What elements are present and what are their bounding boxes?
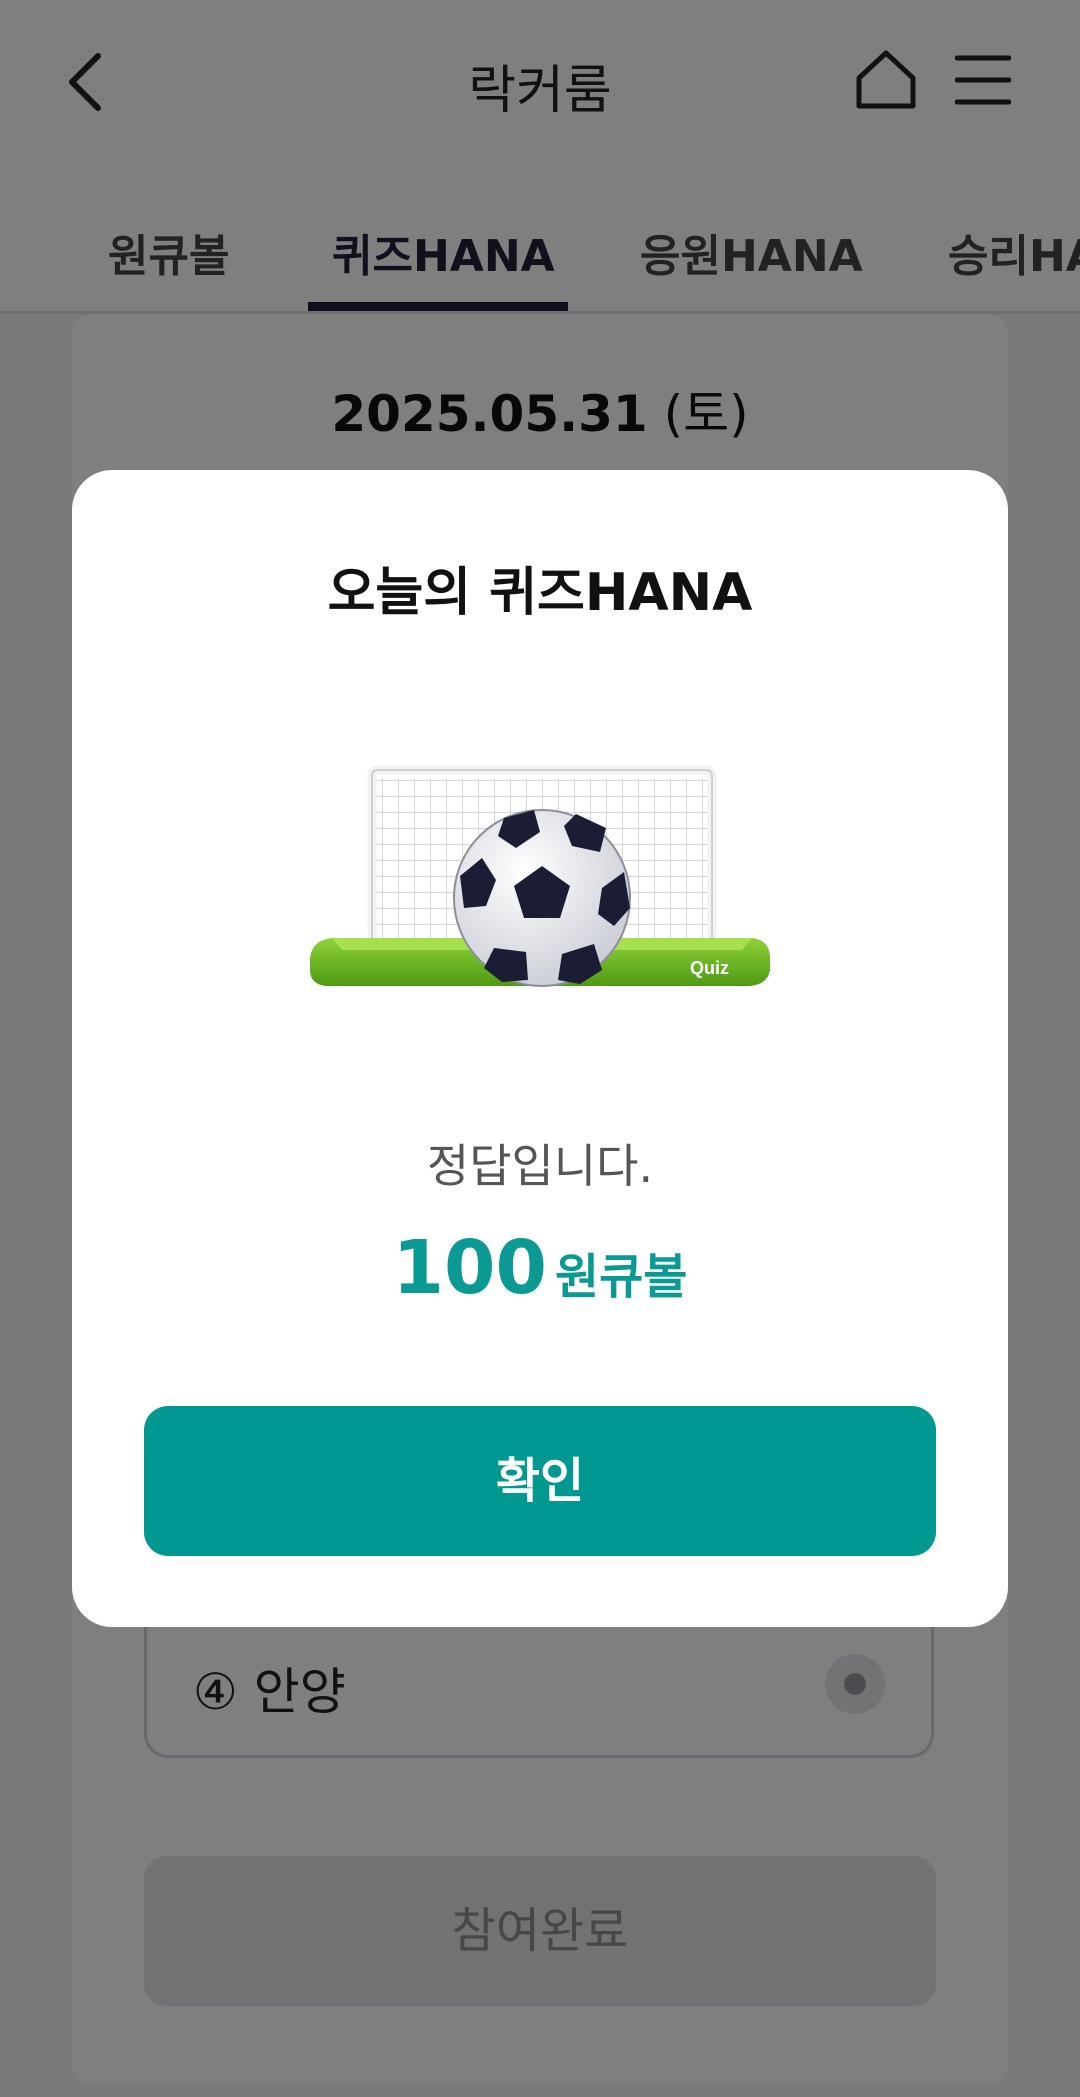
quiz-badge-text: Quiz <box>690 958 729 978</box>
soccer-goal-illustration: Quiz <box>310 765 770 987</box>
confirm-button[interactable]: 확인 <box>144 1406 936 1556</box>
reward-display: 100 원큐볼 <box>72 1225 1008 1311</box>
quiz-result-modal: 오늘의 퀴즈HANA Quiz 정답입니다. 100 원큐볼 확인 <box>72 470 1008 1627</box>
reward-amount: 100 <box>392 1225 547 1311</box>
result-message: 정답입니다. <box>426 1139 654 1193</box>
reward-unit: 원큐볼 <box>554 1249 688 1305</box>
page: 락커룸 원큐볼 퀴즈HANA 응원HANA 승리HANA 2025.05.31 … <box>0 0 1080 2097</box>
modal-title: 오늘의 퀴즈HANA <box>327 563 753 623</box>
